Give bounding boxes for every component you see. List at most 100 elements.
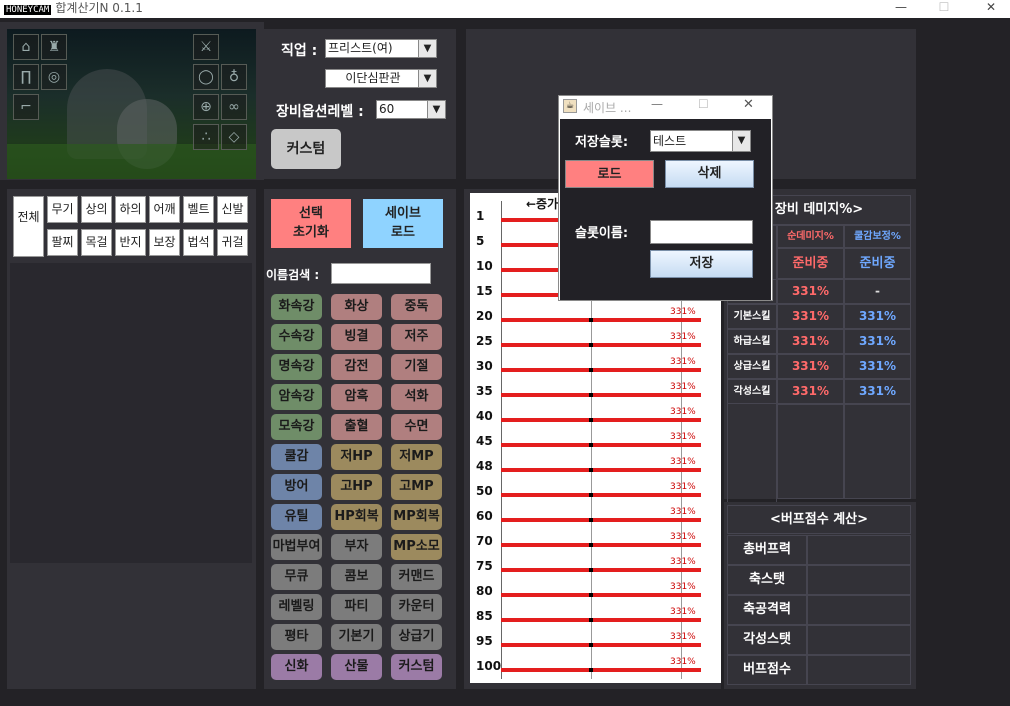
belt-icon[interactable]: ◎ [41, 64, 67, 90]
java-icon: ☕ [563, 99, 577, 113]
filter-chip[interactable]: 산물 [331, 654, 382, 680]
filter-chip[interactable]: 평타 [271, 624, 322, 650]
filter-chip[interactable]: 카운터 [391, 594, 442, 620]
tab-row1-3[interactable]: 어깨 [149, 196, 180, 223]
chart-bar-value: 331% [670, 482, 696, 492]
filter-chip[interactable]: 상급기 [391, 624, 442, 650]
damage-empty-1 [777, 404, 844, 499]
slot-name-input[interactable] [650, 220, 753, 244]
maximize-button[interactable]: ☐ [929, 0, 959, 16]
reset-label-1: 선택 [299, 206, 323, 221]
filter-chip[interactable]: 저HP [331, 444, 382, 470]
tab-all[interactable]: 전체 [13, 196, 44, 257]
filter-chip[interactable]: 쿨감 [271, 444, 322, 470]
filter-chip[interactable]: 부자 [331, 534, 382, 560]
tab-row2-4[interactable]: 법석 [183, 229, 214, 256]
chart-bar [501, 368, 701, 372]
filter-chip[interactable]: 파티 [331, 594, 382, 620]
filter-chip[interactable]: 신화 [271, 654, 322, 680]
chart-bar [501, 393, 701, 397]
filter-chip[interactable]: 암속강 [271, 384, 322, 410]
filter-chip[interactable]: 방어 [271, 474, 322, 500]
filter-chip[interactable]: 석화 [391, 384, 442, 410]
minimize-button[interactable]: — [886, 0, 916, 16]
search-input[interactable] [331, 263, 431, 284]
chart-bar [501, 593, 701, 597]
filter-chip[interactable]: 커맨드 [391, 564, 442, 590]
coat-icon[interactable]: ♜ [41, 34, 67, 60]
slot-select[interactable]: 테스트 ▼ [650, 130, 751, 152]
bracelet-icon[interactable]: ◯ [193, 64, 219, 90]
load-button[interactable]: 로드 [565, 160, 654, 188]
filter-chip[interactable]: 기절 [391, 354, 442, 380]
filter-chip[interactable]: 저주 [391, 324, 442, 350]
close-button[interactable]: ✕ [976, 0, 1006, 16]
subclass-select[interactable]: 이단심판관 ▼ [325, 69, 437, 88]
tab-row2-5[interactable]: 귀걸 [217, 229, 248, 256]
job-select[interactable]: 프리스트(여) ▼ [325, 39, 437, 58]
filter-chip[interactable]: 감전 [331, 354, 382, 380]
filter-chip[interactable]: 고MP [391, 474, 442, 500]
custom-button[interactable]: 커스텀 [271, 129, 341, 169]
delete-button[interactable]: 삭제 [665, 160, 754, 188]
necklace-icon[interactable]: ∞ [221, 94, 247, 120]
save-load-button[interactable]: 세이브 로드 [363, 199, 443, 248]
filter-chip[interactable]: 빙결 [331, 324, 382, 350]
damage-col-header-2: 쿨감보정% [844, 225, 911, 248]
buff-row-label: 총버프력 [727, 535, 807, 565]
shirt-icon[interactable]: ⌂ [13, 34, 39, 60]
dialog-close-button[interactable]: ✕ [743, 97, 754, 112]
filter-chip[interactable]: 기본기 [331, 624, 382, 650]
filter-chip[interactable]: 마법부여 [271, 534, 322, 560]
filter-chip[interactable]: HP회복 [331, 504, 382, 530]
filter-chip[interactable]: 수면 [391, 414, 442, 440]
tab-row1-5[interactable]: 신발 [217, 196, 248, 223]
filter-chip[interactable]: 화상 [331, 294, 382, 320]
filter-chip[interactable]: 모속강 [271, 414, 322, 440]
gem-icon[interactable]: ◇ [221, 124, 247, 150]
filter-chip[interactable]: MP소모 [391, 534, 442, 560]
filter-chip[interactable]: 무큐 [271, 564, 322, 590]
chart-bar-marker [589, 593, 593, 597]
filter-chip[interactable]: 콤보 [331, 564, 382, 590]
tab-row2-0[interactable]: 팔찌 [47, 229, 78, 256]
tab-row1-4[interactable]: 벨트 [183, 196, 214, 223]
shoes-icon[interactable]: ⌐ [13, 94, 39, 120]
equipment-list[interactable] [10, 263, 252, 563]
orb-icon[interactable]: ⊕ [193, 94, 219, 120]
pants-icon[interactable]: ∏ [13, 64, 39, 90]
filter-chip[interactable]: 레벨링 [271, 594, 322, 620]
filter-chip[interactable]: 암흑 [331, 384, 382, 410]
weapon-icon[interactable]: ⚔ [193, 34, 219, 60]
filter-chip[interactable]: 저MP [391, 444, 442, 470]
tab-row2-2[interactable]: 반지 [115, 229, 146, 256]
buff-row-value [807, 625, 911, 655]
chart-bar-marker [589, 568, 593, 572]
damage-row-value-2: 331% [844, 379, 911, 404]
filter-chip[interactable]: 중독 [391, 294, 442, 320]
chart-level-label: 1 [476, 209, 485, 223]
tab-row2-1[interactable]: 목걸 [81, 229, 112, 256]
ring-icon[interactable]: ♁ [221, 64, 247, 90]
buff-row-value [807, 565, 911, 595]
filter-chip[interactable]: 화속강 [271, 294, 322, 320]
filter-chip[interactable]: MP회복 [391, 504, 442, 530]
filter-chip[interactable]: 커스텀 [391, 654, 442, 680]
tab-row2-3[interactable]: 보장 [149, 229, 180, 256]
saveload-label-1: 세이브 [385, 206, 421, 221]
tab-row1-0[interactable]: 무기 [47, 196, 78, 223]
filter-chip[interactable]: 명속강 [271, 354, 322, 380]
filter-chip[interactable]: 고HP [331, 474, 382, 500]
dialog-minimize-button[interactable]: — [651, 97, 663, 111]
earring-icon[interactable]: ∴ [193, 124, 219, 150]
dialog-maximize-button[interactable]: ☐ [698, 97, 709, 111]
filter-chip[interactable]: 출혈 [331, 414, 382, 440]
filter-chip[interactable]: 수속강 [271, 324, 322, 350]
reset-selection-button[interactable]: 선택 초기화 [271, 199, 351, 248]
level-select[interactable]: 60 ▼ [376, 100, 446, 119]
save-button[interactable]: 저장 [650, 250, 753, 278]
tab-row1-1[interactable]: 상의 [81, 196, 112, 223]
filter-chip[interactable]: 유틸 [271, 504, 322, 530]
tab-row1-2[interactable]: 하의 [115, 196, 146, 223]
damage-title-label: 장비 데미지%> [774, 202, 864, 217]
